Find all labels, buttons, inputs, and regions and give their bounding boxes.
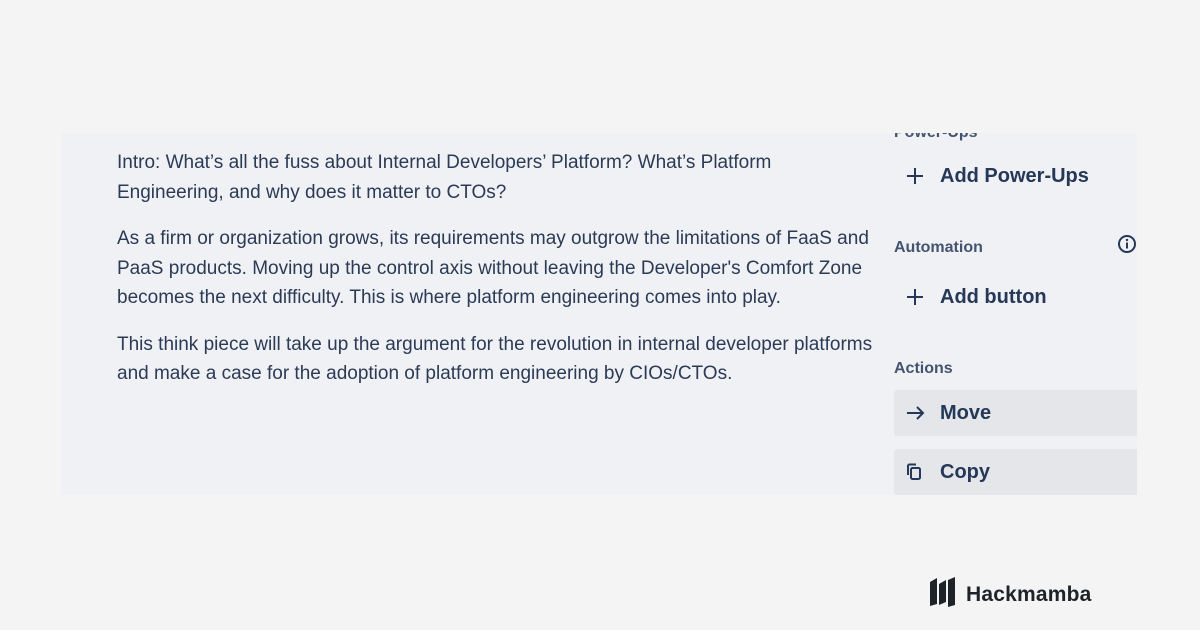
description-paragraph: This think piece will take up the argume… (117, 333, 873, 385)
powerups-heading: Power-Ups (894, 133, 978, 142)
copy-label: Copy (940, 460, 990, 483)
hackmamba-logo (928, 576, 958, 613)
card-sidebar: Power-Ups Add Power-Ups Automation Add b… (894, 133, 1137, 495)
arrow-right-icon (906, 405, 930, 421)
brand-name: Hackmamba (966, 582, 1092, 606)
card-description[interactable]: Intro: What’s all the fuss about Interna… (117, 148, 877, 406)
add-powerups-label: Add Power-Ups (940, 164, 1089, 187)
automation-heading: Automation (894, 239, 983, 256)
description-paragraph: Intro: What’s all the fuss about Interna… (117, 152, 772, 203)
card-detail-panel: Intro: What’s all the fuss about Interna… (62, 133, 1137, 495)
brand: Hackmamba (928, 576, 1092, 613)
info-icon[interactable] (1117, 234, 1137, 254)
add-button-label: Add button (940, 285, 1047, 308)
copy-icon (906, 463, 930, 481)
plus-icon (906, 288, 930, 306)
add-button-button[interactable]: Add button (894, 274, 1137, 320)
move-label: Move (940, 401, 992, 424)
add-powerups-button[interactable]: Add Power-Ups (894, 153, 1137, 199)
description-paragraph: As a firm or organization grows, its req… (117, 228, 869, 308)
copy-button[interactable]: Copy (894, 449, 1137, 495)
actions-heading: Actions (894, 360, 953, 377)
plus-icon (906, 167, 930, 185)
move-button[interactable]: Move (894, 390, 1137, 436)
